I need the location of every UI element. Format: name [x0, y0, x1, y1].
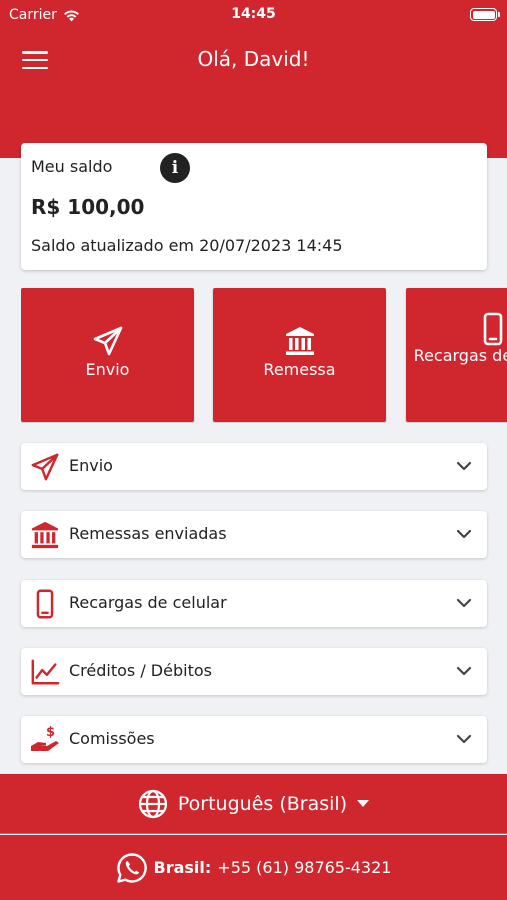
mobile-phone-icon — [483, 312, 502, 346]
status-bar: Carrier 14:45 — [0, 0, 507, 30]
menu-item-label: Créditos / Débitos — [69, 661, 212, 680]
bank-icon — [31, 521, 59, 549]
language-label: Português (Brasil) — [177, 792, 348, 815]
bank-icon — [285, 327, 314, 355]
whatsapp-icon — [116, 852, 147, 883]
info-icon[interactable]: i — [160, 153, 190, 183]
hand-money-icon: $ — [31, 725, 59, 751]
chevron-down-icon[interactable] — [455, 662, 473, 680]
contact-bar[interactable]: Brasil: +55 (61) 98765-4321 — [0, 835, 507, 900]
quick-action-envio[interactable]: Envio — [21, 288, 194, 422]
menu-item-label: Recargas de celular — [69, 593, 227, 612]
menu-item-recargas-de-celular[interactable]: Recargas de celular — [21, 580, 487, 627]
chevron-down-icon[interactable] — [455, 457, 473, 475]
menu-item-comissoes[interactable]: $ Comissões — [21, 716, 487, 763]
caret-down-icon — [357, 799, 370, 807]
paper-plane-icon — [93, 326, 122, 356]
line-chart-icon — [31, 659, 60, 685]
balance-updated-text: Saldo atualizado em 20/07/2023 14:45 — [31, 236, 343, 255]
quick-action-remessa[interactable]: Remessa — [213, 288, 386, 422]
balance-value: R$ 100,00 — [31, 195, 145, 219]
chevron-down-icon[interactable] — [455, 730, 473, 748]
status-time: 14:45 — [231, 6, 276, 22]
svg-text:$: $ — [46, 725, 55, 740]
mobile-phone-icon — [36, 589, 54, 619]
menu-item-creditos-debitos[interactable]: Créditos / Débitos — [21, 648, 487, 695]
menu-item-remessas-enviadas[interactable]: Remessas enviadas — [21, 511, 487, 558]
paper-plane-icon — [31, 453, 59, 481]
globe-icon — [138, 789, 167, 818]
quick-action-label: Envio — [85, 360, 130, 379]
app-header: Olá, David! — [0, 30, 507, 158]
quick-actions: Envio Remessa Recargas de celular — [21, 288, 507, 423]
balance-card: Meu saldo i R$ 100,00 Saldo atualizado e… — [21, 143, 487, 270]
quick-action-label: Remessa — [263, 360, 336, 379]
menu-item-envio[interactable]: Envio — [21, 443, 487, 490]
menu-item-label: Comissões — [69, 729, 155, 748]
battery-icon — [470, 8, 500, 21]
menu-item-label: Remessas enviadas — [69, 524, 227, 543]
contact-phone: +55 (61) 98765-4321 — [217, 858, 392, 877]
contact-country-label: Brasil: — [153, 858, 212, 877]
language-selector[interactable]: Português (Brasil) — [0, 774, 507, 834]
greeting-title: Olá, David! — [197, 47, 310, 71]
menu-item-label: Envio — [69, 456, 113, 475]
chevron-down-icon[interactable] — [455, 594, 473, 612]
quick-action-recargas[interactable]: Recargas de celular — [406, 288, 507, 422]
chevron-down-icon[interactable] — [455, 525, 473, 543]
quick-action-label: Recargas de celular — [413, 346, 507, 365]
balance-label: Meu saldo — [31, 157, 113, 176]
